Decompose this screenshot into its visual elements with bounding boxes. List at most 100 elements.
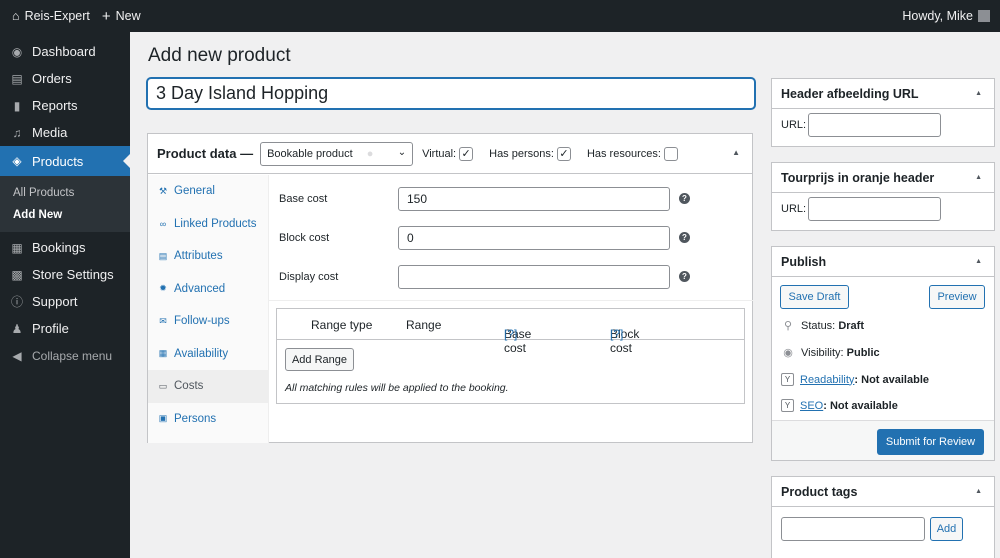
header-range-type: Range type (311, 318, 373, 332)
caret-up-icon: ▲ (975, 488, 982, 495)
tag-input[interactable] (781, 517, 925, 541)
submit-for-review-button[interactable]: Submit for Review (877, 429, 984, 455)
save-draft-button[interactable]: Save Draft (780, 285, 849, 309)
tourprijs-url-row: URL: (772, 197, 994, 221)
add-tag-button[interactable]: Add (930, 517, 963, 541)
tab-availability[interactable]: ▦ Availability (148, 338, 268, 371)
media-icon: ♫ (12, 125, 22, 140)
display-cost-row: Display cost ? (279, 265, 739, 289)
tab-follow-ups[interactable]: ✉ Follow-ups (148, 305, 268, 338)
preview-button[interactable]: Preview (929, 285, 985, 309)
tab-costs[interactable]: ▭ Costs (148, 370, 268, 403)
tab-label: Costs (174, 380, 204, 393)
product-data-tabs: ⚒ General ∞ Linked Products ▤ Attributes… (148, 175, 269, 443)
base-cost-row: Base cost 150 ? (279, 187, 739, 211)
display-cost-label: Display cost (279, 271, 339, 283)
tab-persons[interactable]: ▣ Persons (148, 403, 268, 436)
header-image-box-title[interactable]: Header afbeelding URL ▲ (772, 79, 994, 109)
base-cost-input[interactable]: 150 (398, 187, 670, 211)
product-data-box: Product data — Bookable product ● ⌄ Virt… (147, 133, 753, 443)
person-icon: ▣ (158, 413, 168, 424)
tourprijs-url-input[interactable] (808, 197, 942, 221)
sidebar-item-label: Store Settings (32, 267, 114, 282)
virtual-checkbox[interactable]: ✓ (459, 146, 474, 161)
product-title-input[interactable]: 3 Day Island Hopping (147, 78, 755, 109)
tab-label: Persons (174, 412, 217, 425)
chevron-down-icon: ⌄ (397, 146, 407, 158)
dashboard-icon: ◉ (11, 44, 23, 59)
info-icon: ⓘ (10, 295, 23, 309)
readability-link[interactable]: Readability (800, 374, 854, 386)
block-cost-label: Block cost (279, 232, 330, 244)
sidebar-item-support[interactable]: ⓘ Support (0, 288, 130, 315)
product-tags-box-title[interactable]: Product tags ▲ (772, 477, 994, 507)
publish-box-title[interactable]: Publish ▲ (772, 247, 994, 277)
has-persons-checkbox-group: Has persons: ✓ (489, 146, 571, 161)
display-cost-input[interactable] (398, 265, 670, 289)
sidebar-item-label: Media (32, 125, 68, 140)
seo-link[interactable]: SEO (800, 400, 823, 412)
sidebar-item-dashboard[interactable]: ◉ Dashboard (0, 38, 130, 65)
tab-label: General (174, 185, 215, 198)
status-label: Status: (801, 319, 836, 332)
submenu-item-add-new[interactable]: Add New (0, 204, 130, 226)
product-tags-box: Product tags ▲ Add (771, 476, 995, 558)
help-icon[interactable]: ? (679, 271, 690, 282)
tab-advanced[interactable]: ✹ Advanced (148, 273, 268, 306)
sidebar-item-profile[interactable]: ♟ Profile (0, 315, 130, 342)
sidebar-item-products[interactable]: ◈ Products (0, 146, 130, 176)
submenu-item-all-products[interactable]: All Products (0, 182, 130, 204)
product-data-label: Product data — (157, 146, 254, 161)
plus-icon: + (101, 7, 111, 25)
visibility-label: Visibility: (801, 346, 844, 359)
has-persons-label: Has persons: (489, 147, 554, 160)
block-cost-help-link[interactable]: [?] (610, 327, 623, 341)
sidebar-item-media[interactable]: ♫ Media (0, 119, 130, 146)
tab-label: Availability (174, 347, 229, 360)
virtual-checkbox-group: Virtual: ✓ (422, 146, 474, 161)
caret-up-icon: ▲ (975, 90, 982, 97)
has-resources-checkbox[interactable] (663, 146, 678, 161)
sidebar-item-store-settings[interactable]: ▩ Store Settings (0, 261, 130, 288)
add-range-button[interactable]: Add Range (285, 348, 354, 371)
tab-general[interactable]: ⚒ General (148, 175, 268, 208)
account-menu[interactable]: Howdy, Mike (902, 0, 990, 32)
site-name-link[interactable]: ⌂ Reis-Expert (12, 9, 90, 23)
sidebar-item-label: Profile (32, 321, 69, 336)
seo-value: : Not available (823, 399, 898, 412)
help-icon[interactable]: ? (679, 232, 690, 243)
has-resources-label: Has resources: (586, 147, 661, 160)
sidebar-item-label: Reports (32, 98, 78, 113)
base-cost-help-link[interactable]: [?] (504, 327, 517, 341)
header-image-url-input[interactable] (808, 113, 942, 137)
tab-attributes[interactable]: ▤ Attributes (148, 240, 268, 273)
tab-linked-products[interactable]: ∞ Linked Products (148, 208, 268, 241)
header-range: Range (406, 318, 442, 332)
home-icon: ⌂ (12, 9, 20, 23)
pin-icon: ⚲ (783, 320, 793, 332)
site-name-label: Reis-Expert (24, 9, 90, 23)
sidebar-item-orders[interactable]: ▤ Orders (0, 65, 130, 92)
calendar-icon: ▦ (158, 348, 168, 359)
has-persons-checkbox[interactable]: ✓ (556, 146, 571, 161)
url-label: URL: (781, 119, 807, 131)
link-icon: ∞ (159, 218, 167, 229)
virtual-label: Virtual: (422, 147, 457, 160)
block-cost-input[interactable]: 0 (398, 226, 670, 250)
tourprijs-box-title[interactable]: Tourprijs in oranje header ▲ (772, 163, 994, 193)
help-icon[interactable]: ? (679, 193, 690, 204)
readability-value: : Not available (854, 373, 929, 386)
new-content-link[interactable]: + New (102, 8, 141, 25)
eye-icon: ◉ (783, 347, 793, 359)
sidebar-item-bookings[interactable]: ▦ Bookings (0, 234, 130, 261)
toggle-panel-icon[interactable]: ▲ (732, 148, 740, 157)
store-icon: ▤ (11, 71, 23, 86)
divider (269, 300, 753, 301)
range-table-header: Range type Range Base cost [?] Block cos… (277, 309, 744, 355)
product-type-select[interactable]: Bookable product ● ⌄ (260, 141, 414, 166)
tourprijs-box: Tourprijs in oranje header ▲ URL: (771, 162, 995, 231)
block-cost-row: Block cost 0 ? (279, 226, 739, 250)
collapse-menu-button[interactable]: ◀ Collapse menu (0, 342, 130, 369)
sidebar-item-reports[interactable]: ▮ Reports (0, 92, 130, 119)
has-resources-checkbox-group: Has resources: (586, 146, 678, 161)
